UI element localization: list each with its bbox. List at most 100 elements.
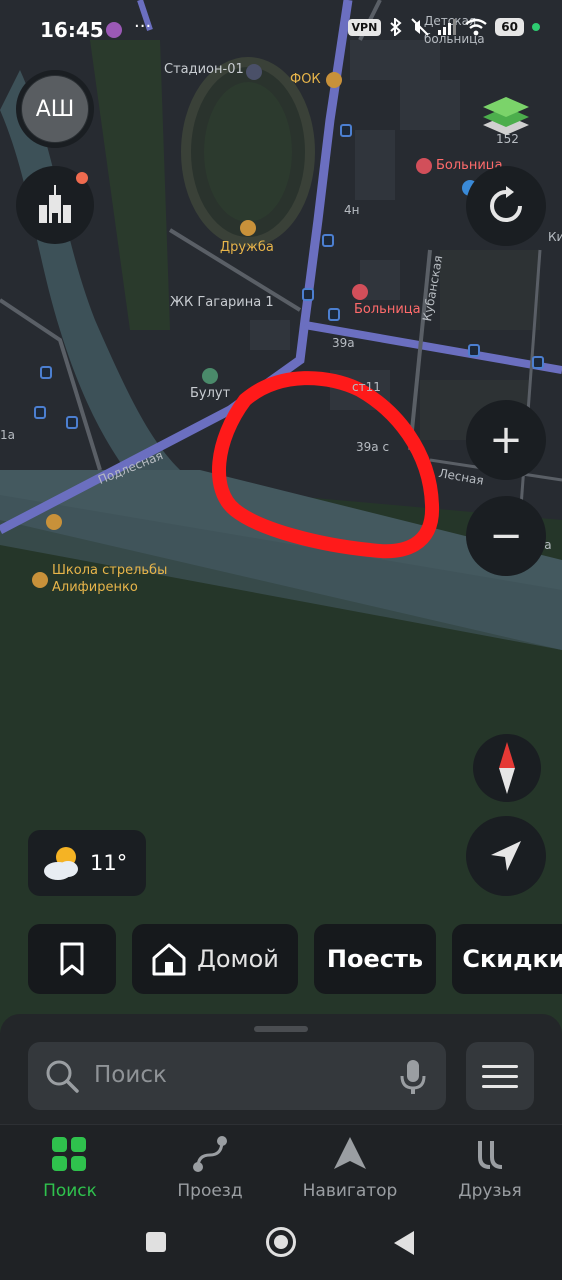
- home-chip[interactable]: Домой: [132, 924, 298, 994]
- weather-widget[interactable]: 11°: [28, 830, 146, 896]
- status-icons: VPN 60: [347, 18, 540, 36]
- menu-line: [482, 1074, 518, 1078]
- home-icon: [152, 943, 186, 976]
- search-icon: [46, 1060, 79, 1093]
- city-building-icon: [39, 185, 71, 223]
- plus-icon: +: [489, 417, 523, 463]
- rotate-map-button[interactable]: [466, 166, 546, 246]
- map-label-druzhba[interactable]: Дружба: [220, 240, 274, 255]
- bus-stop-icon[interactable]: [40, 366, 52, 379]
- bookmark-icon: [60, 942, 84, 976]
- fok-poi-icon[interactable]: [326, 72, 342, 88]
- bus-stop-icon[interactable]: [328, 308, 340, 321]
- home-button[interactable]: [266, 1227, 296, 1257]
- bookmarks-chip[interactable]: [28, 924, 116, 994]
- route-icon: [193, 1136, 227, 1172]
- hospital-top-poi-icon[interactable]: [416, 158, 432, 174]
- avatar-initials: АШ: [22, 76, 88, 142]
- map-label-gagarina[interactable]: ЖК Гагарина 1: [170, 295, 274, 310]
- eat-chip-label: Поесть: [326, 945, 424, 973]
- map-label-school-2[interactable]: Алифиренко: [52, 580, 138, 595]
- status-bar: 16:45 ··· VPN 60: [0, 0, 562, 62]
- city-button[interactable]: [16, 166, 94, 244]
- search-input[interactable]: Поиск: [94, 1062, 167, 1088]
- search-bar[interactable]: Поиск: [28, 1042, 446, 1110]
- back-button[interactable]: [394, 1231, 414, 1255]
- sheet-drag-handle[interactable]: [254, 1026, 308, 1032]
- bus-stop-icon[interactable]: [34, 406, 46, 419]
- navigation-arrow-icon: [491, 841, 521, 871]
- map-label-fok[interactable]: ФОК: [290, 72, 321, 87]
- tab-navigator-label: Навигатор: [302, 1181, 398, 1201]
- map-label-hospital-mid[interactable]: Больница: [354, 302, 421, 317]
- system-navigation-bar: [0, 1214, 562, 1280]
- bluetooth-icon: [390, 18, 402, 36]
- friends-icon: [478, 1141, 503, 1169]
- tab-search[interactable]: Поиск: [10, 1135, 130, 1201]
- bulut-poi-icon[interactable]: [202, 368, 218, 384]
- map-label-39a-c: 39а с: [356, 440, 390, 454]
- app-status-icon: [106, 22, 122, 38]
- eat-chip[interactable]: Поесть: [314, 924, 436, 994]
- notification-dot: [76, 172, 88, 184]
- map-label-bulut[interactable]: Булут: [190, 386, 230, 401]
- poi-marker-icon[interactable]: [46, 514, 62, 530]
- hospital-mid-poi-icon[interactable]: [352, 284, 368, 300]
- tab-search-label: Поиск: [43, 1181, 97, 1201]
- my-location-button[interactable]: [466, 816, 546, 896]
- layers-button[interactable]: [466, 74, 546, 154]
- privacy-dot-icon: [532, 23, 540, 31]
- menu-line: [482, 1084, 518, 1088]
- navigator-icon: [334, 1137, 366, 1169]
- zoom-in-button[interactable]: +: [466, 400, 546, 480]
- map-label-1a: 1а: [0, 428, 15, 442]
- home-chip-label: Домой: [197, 945, 279, 973]
- bus-stop-icon[interactable]: [340, 124, 352, 137]
- bus-stop-icon[interactable]: [302, 288, 314, 301]
- stadium-poi-icon[interactable]: [246, 64, 262, 80]
- tab-friends[interactable]: Друзья: [430, 1135, 550, 1201]
- bottom-sheet: Поиск Поиск Проезд Навигатор Друзья: [0, 1014, 562, 1280]
- menu-line: [482, 1064, 518, 1068]
- status-time: 16:45: [40, 18, 104, 42]
- druzhba-poi-icon[interactable]: [240, 220, 256, 236]
- compass-button[interactable]: [473, 734, 541, 802]
- map-label-st11: ст11: [352, 380, 381, 394]
- more-status-icon: ···: [134, 16, 152, 37]
- bus-stop-icon[interactable]: [468, 344, 480, 357]
- microphone-icon[interactable]: [398, 1058, 428, 1096]
- vpn-badge: VPN: [347, 18, 382, 36]
- search-grid-icon: [52, 1137, 86, 1171]
- tab-route-label: Проезд: [177, 1181, 243, 1201]
- battery-indicator: 60: [495, 18, 524, 36]
- compass-needle-icon: [499, 742, 515, 794]
- weather-sun-cloud-icon: [44, 847, 78, 880]
- wifi-icon: [465, 18, 488, 36]
- tab-friends-label: Друзья: [458, 1181, 522, 1201]
- profile-avatar-button[interactable]: АШ: [16, 70, 94, 148]
- signal-icon: [438, 19, 457, 35]
- menu-button[interactable]: [466, 1042, 534, 1110]
- sales-chip[interactable]: Скидки: [452, 924, 562, 994]
- quick-chips: Домой Поесть Скидки: [28, 924, 562, 994]
- bus-stop-icon[interactable]: [66, 416, 78, 429]
- zoom-out-button[interactable]: −: [466, 496, 546, 576]
- tab-route[interactable]: Проезд: [150, 1135, 270, 1201]
- map-label-39a: 39а: [332, 336, 355, 350]
- sales-chip-label: Скидки: [462, 945, 562, 973]
- bottom-tab-bar: Поиск Проезд Навигатор Друзья: [0, 1124, 562, 1214]
- rotate-icon: [490, 186, 522, 222]
- tab-navigator[interactable]: Навигатор: [290, 1135, 410, 1201]
- minus-icon: −: [489, 513, 523, 559]
- map-label-ki: Ки: [548, 230, 562, 244]
- map-label-4n: 4н: [344, 203, 360, 217]
- layers-icon: [483, 97, 529, 135]
- school-poi-icon[interactable]: [32, 572, 48, 588]
- map-label-school-1[interactable]: Школа стрельбы: [52, 563, 167, 578]
- weather-temperature: 11°: [90, 851, 128, 875]
- recent-apps-button[interactable]: [146, 1232, 166, 1252]
- bus-stop-icon[interactable]: [322, 234, 334, 247]
- bus-stop-icon[interactable]: [532, 356, 544, 369]
- map-label-stadium[interactable]: Стадион-01: [164, 62, 244, 77]
- mute-icon: [411, 18, 430, 36]
